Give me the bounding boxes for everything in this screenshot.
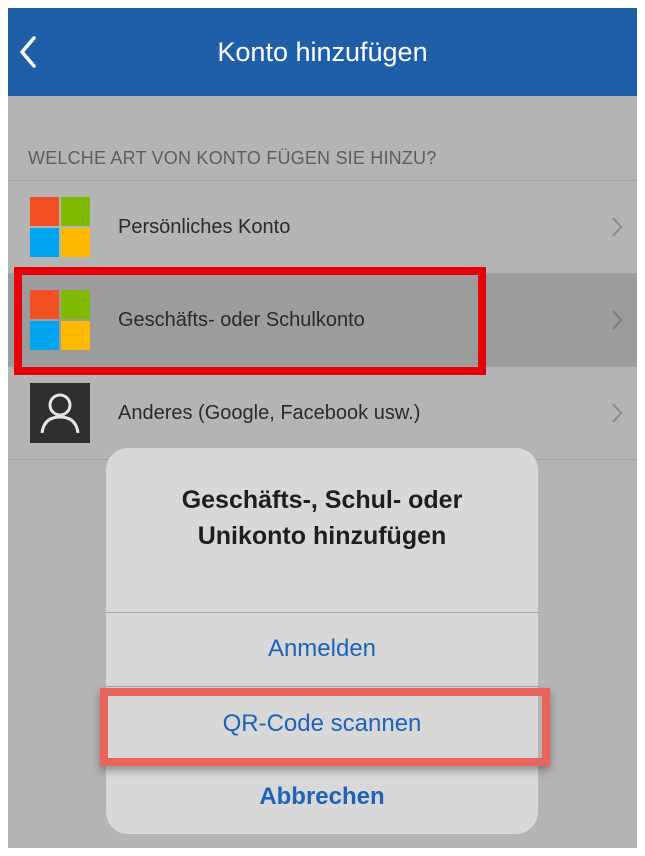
microsoft-logo-icon <box>30 197 90 257</box>
account-option-label: Persönliches Konto <box>118 216 291 238</box>
divider <box>106 760 538 761</box>
account-option-label: Anderes (Google, Facebook usw.) <box>118 402 421 424</box>
account-type-list: Persönliches Konto Geschäfts- oder Schul… <box>8 180 637 460</box>
phone-screen: Konto hinzufügen WELCHE ART VON KONTO FÜ… <box>8 8 637 848</box>
microsoft-logo-icon <box>30 290 90 350</box>
chevron-right-icon <box>612 217 623 237</box>
person-icon <box>30 383 90 443</box>
chevron-right-icon <box>612 403 623 423</box>
action-sheet-title-line2: Unikonto hinzufügen <box>197 522 447 550</box>
navigation-bar: Konto hinzufügen <box>8 8 637 96</box>
sign-in-button[interactable]: Anmelden <box>106 614 538 684</box>
scan-qr-code-button[interactable]: QR-Code scannen <box>106 689 538 759</box>
chevron-right-icon <box>612 310 623 330</box>
account-option-other[interactable]: Anderes (Google, Facebook usw.) <box>8 367 637 460</box>
divider <box>106 686 538 687</box>
section-header: WELCHE ART VON KONTO FÜGEN SIE HINZU? <box>28 148 437 168</box>
action-sheet: Geschäfts-, Schul- oder Unikonto hinzufü… <box>106 448 538 834</box>
action-sheet-title: Geschäfts-, Schul- oder Unikonto hinzufü… <box>106 482 538 554</box>
account-option-label: Geschäfts- oder Schulkonto <box>118 309 365 331</box>
page-title: Konto hinzufügen <box>217 37 428 67</box>
cancel-button[interactable]: Abbrechen <box>106 762 538 832</box>
account-option-personal[interactable]: Persönliches Konto <box>8 181 637 274</box>
account-option-work-school[interactable]: Geschäfts- oder Schulkonto <box>8 274 637 367</box>
divider <box>106 612 538 613</box>
action-sheet-title-line1: Geschäfts-, Schul- oder <box>181 486 463 514</box>
